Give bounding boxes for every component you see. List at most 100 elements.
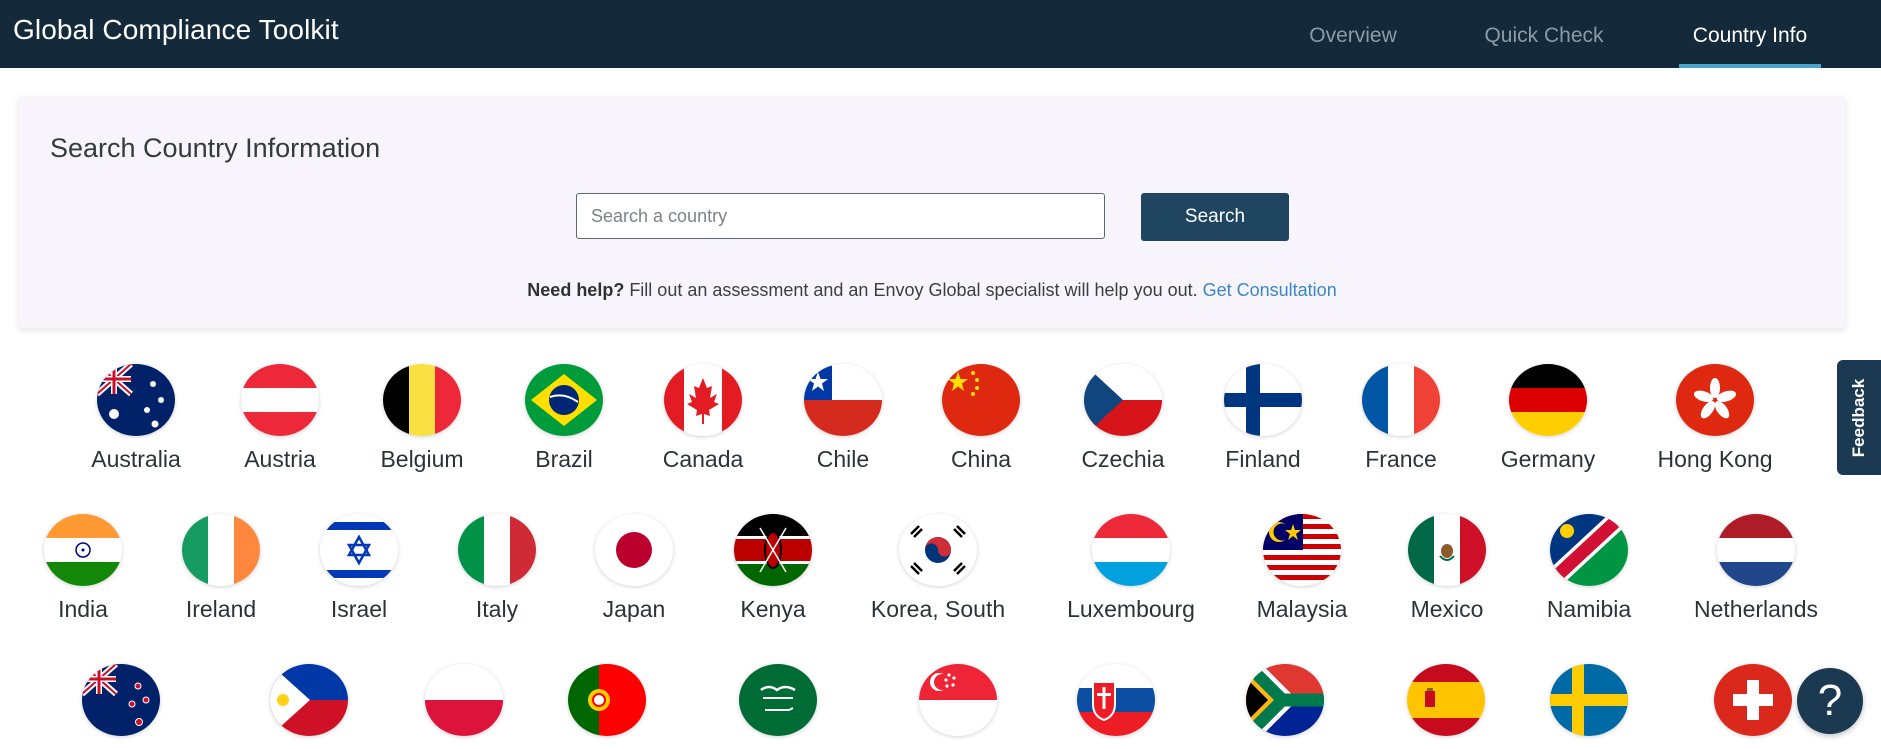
slovakia-flag-icon	[1077, 664, 1155, 736]
get-consultation-link[interactable]: Get Consultation	[1203, 280, 1337, 300]
country-item-singapore[interactable]	[878, 664, 1038, 736]
country-label: China	[950, 446, 1012, 472]
country-item-netherlands[interactable]: Netherlands	[1676, 514, 1836, 623]
kenya-flag-icon	[734, 514, 812, 586]
help-chat-button[interactable]: ?	[1797, 668, 1863, 734]
country-label: Netherlands	[1693, 596, 1819, 622]
country-item-kenya[interactable]: Kenya	[693, 514, 853, 623]
top-navigation-bar: Global Compliance Toolkit Overview Quick…	[0, 0, 1881, 68]
czechia-flag-icon	[1084, 364, 1162, 436]
country-item-chile[interactable]: Chile	[763, 364, 923, 473]
country-search-input[interactable]	[576, 193, 1105, 239]
country-item-luxembourg[interactable]: Luxembourg	[1051, 514, 1211, 623]
australia-flag-icon	[97, 364, 175, 436]
south-africa-flag-icon	[1246, 664, 1324, 736]
tab-overview[interactable]: Overview	[1293, 0, 1413, 68]
country-item-slovakia[interactable]	[1036, 664, 1196, 736]
country-item-brazil[interactable]: Brazil	[484, 364, 644, 473]
country-item-china[interactable]: China	[901, 364, 1061, 473]
country-label: Germany	[1500, 446, 1596, 472]
belgium-flag-icon	[383, 364, 461, 436]
namibia-flag-icon	[1550, 514, 1628, 586]
help-message: Need help? Fill out an assessment and an…	[19, 280, 1845, 301]
search-button[interactable]: Search	[1141, 193, 1289, 241]
feedback-label: Feedback	[1849, 378, 1868, 457]
country-label: Kenya	[740, 596, 806, 622]
austria-flag-icon	[241, 364, 319, 436]
country-item-mexico[interactable]: Mexico	[1367, 514, 1527, 623]
country-label: Luxembourg	[1067, 596, 1195, 622]
hong-kong-flag-icon	[1676, 364, 1754, 436]
italy-flag-icon	[458, 514, 536, 586]
country-item-germany[interactable]: Germany	[1468, 364, 1628, 473]
country-item-israel[interactable]: Israel	[279, 514, 439, 623]
country-label: Hong Kong	[1657, 446, 1773, 472]
country-label: Italy	[475, 596, 519, 622]
country-label: Namibia	[1546, 596, 1632, 622]
country-item-canada[interactable]: Canada	[623, 364, 783, 473]
country-item-sweden[interactable]	[1509, 664, 1669, 736]
chile-flag-icon	[804, 364, 882, 436]
germany-flag-icon	[1509, 364, 1587, 436]
china-flag-icon	[942, 364, 1020, 436]
country-label: Mexico	[1410, 596, 1484, 622]
country-item-new-zealand[interactable]	[41, 664, 201, 736]
country-label: Chile	[816, 446, 870, 472]
search-panel-title: Search Country Information	[50, 133, 381, 163]
country-label: Australia	[91, 446, 181, 472]
country-label: Ireland	[185, 596, 257, 622]
sweden-flag-icon	[1550, 664, 1628, 736]
country-label: India	[58, 596, 108, 622]
country-item-italy[interactable]: Italy	[417, 514, 577, 623]
ireland-flag-icon	[182, 514, 260, 586]
country-label: Brazil	[535, 446, 593, 472]
india-flag-icon	[44, 514, 122, 586]
country-item-spain[interactable]	[1366, 664, 1526, 736]
philippines-flag-icon	[270, 664, 348, 736]
country-item-finland[interactable]: Finland	[1183, 364, 1343, 473]
country-label: Austria	[244, 446, 316, 472]
country-item-namibia[interactable]: Namibia	[1509, 514, 1669, 623]
saudi-arabia-flag-icon	[739, 664, 817, 736]
help-bold-text: Need help?	[527, 280, 625, 300]
country-item-philippines[interactable]	[229, 664, 389, 736]
country-label: Belgium	[380, 446, 464, 472]
netherlands-flag-icon	[1717, 514, 1795, 586]
country-item-portugal[interactable]	[527, 664, 687, 736]
country-label: Finland	[1225, 446, 1301, 472]
country-label: Malaysia	[1256, 596, 1348, 622]
feedback-tab[interactable]: Feedback	[1837, 360, 1881, 475]
country-item-austria[interactable]: Austria	[200, 364, 360, 473]
tab-country-info[interactable]: Country Info	[1679, 0, 1821, 68]
portugal-flag-icon	[568, 664, 646, 736]
country-item-poland[interactable]	[384, 664, 544, 736]
country-item-czechia[interactable]: Czechia	[1043, 364, 1203, 473]
country-item-korea-south[interactable]: Korea, South	[858, 514, 1018, 623]
tab-country-info-label: Country Info	[1692, 24, 1808, 47]
canada-flag-icon	[664, 364, 742, 436]
finland-flag-icon	[1224, 364, 1302, 436]
country-item-australia[interactable]: Australia	[56, 364, 216, 473]
country-item-south-africa[interactable]	[1205, 664, 1365, 736]
country-item-france[interactable]: France	[1321, 364, 1481, 473]
country-item-india[interactable]: India	[3, 514, 163, 623]
mexico-flag-icon	[1408, 514, 1486, 586]
new-zealand-flag-icon	[82, 664, 160, 736]
app-title[interactable]: Global Compliance Toolkit	[13, 14, 339, 46]
country-item-japan[interactable]: Japan	[554, 514, 714, 623]
question-mark-icon: ?	[1817, 676, 1843, 725]
country-label: Japan	[602, 596, 666, 622]
country-item-ireland[interactable]: Ireland	[141, 514, 301, 623]
singapore-flag-icon	[919, 664, 997, 736]
help-body-text: Fill out an assessment and an Envoy Glob…	[624, 280, 1203, 300]
country-item-saudi-arabia[interactable]	[698, 664, 858, 736]
israel-flag-icon	[320, 514, 398, 586]
tab-quick-check[interactable]: Quick Check	[1474, 0, 1614, 68]
country-item-hong-kong[interactable]: Hong Kong	[1635, 364, 1795, 473]
japan-flag-icon	[595, 514, 673, 586]
country-item-malaysia[interactable]: Malaysia	[1222, 514, 1382, 623]
south-korea-flag-icon	[899, 514, 977, 586]
country-label: Korea, South	[870, 596, 1006, 622]
active-tab-indicator	[1679, 64, 1821, 68]
country-item-belgium[interactable]: Belgium	[342, 364, 502, 473]
